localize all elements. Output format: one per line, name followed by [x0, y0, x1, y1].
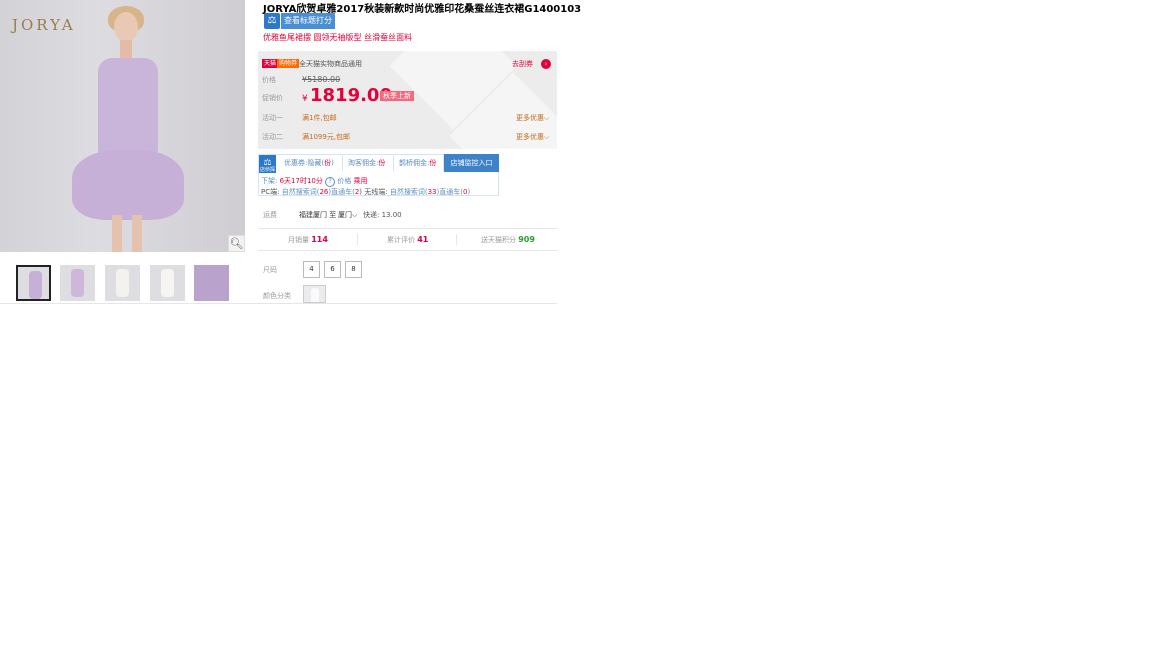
divider [393, 155, 394, 171]
brand-logo: JORYA [12, 16, 76, 34]
activity1-label: 活动一 [262, 114, 283, 122]
commission-value: 份 [378, 159, 386, 167]
activity1-more-link[interactable]: 更多优惠⌵ [516, 113, 549, 123]
affiliate-commission-item[interactable]: 淘客佣金:份 [348, 158, 385, 168]
thumbnail-2[interactable] [60, 265, 95, 301]
bridge-commission-item[interactable]: 鹊桥佣金:份 [399, 158, 436, 168]
reviews-stat[interactable]: 累计评价 41 [387, 235, 428, 245]
points-value: 909 [518, 235, 535, 244]
dress-figure [71, 269, 84, 297]
activity2-value: 满1099元,包邮 [302, 133, 351, 141]
thumbnail-1[interactable] [16, 265, 51, 301]
destination-select[interactable]: 厦门⌵ [338, 210, 357, 220]
bridge-value: 份 [429, 159, 437, 167]
fabric-detail [194, 265, 229, 301]
coupon-note: 全天猫实物商品通用 [299, 60, 362, 68]
monthly-sales-label: 月销量 [288, 236, 309, 244]
chevron-down-icon: ⌵ [352, 211, 358, 219]
shipping-origin: 福建厦门 至 [299, 211, 337, 219]
bridge-label: 鹊桥佣金: [399, 159, 430, 167]
keyword-stats-row: PC端: 自然搜索词(26)直通车(2) 无线端: 自然搜索词(33)直通车(0… [261, 187, 470, 197]
product-subtitle: 优雅鱼尾裙摆 圆领无袖版型 丝滑蚕丝面料 [263, 33, 413, 42]
scratch-coupon-link[interactable]: 去刮券 [512, 59, 533, 69]
delist-time: 6天17时10分 [279, 177, 323, 185]
dress-skirt [72, 150, 184, 220]
promo-badge: 秋季上新 [380, 91, 414, 101]
promo-price-label: 促销价 [262, 94, 283, 102]
divider [0, 303, 557, 304]
pc-train-link[interactable]: )直通车( [328, 188, 354, 196]
reviews-value: 41 [417, 235, 429, 244]
shop-monitor-button[interactable]: 店铺监控入口 [444, 154, 499, 172]
divider [342, 155, 343, 171]
zoom-search-icon[interactable]: 🔍︎ [228, 235, 245, 252]
divider [258, 228, 557, 229]
divider [258, 250, 557, 251]
chevron-down-icon: ⌵ [544, 133, 550, 141]
model-head [114, 12, 138, 42]
coupon-label-end: ) [331, 159, 334, 167]
dress-figure [116, 269, 129, 297]
size-label: 尺码 [263, 266, 277, 274]
wireless-label: ) 无线端: [359, 188, 390, 196]
shopping-coupon-badge: 购物券 [277, 59, 300, 68]
rate-title-button[interactable]: 查看标题打分 [281, 13, 335, 29]
wireless-search-count: 33 [427, 188, 437, 196]
price-link[interactable]: 乘用 [354, 177, 368, 185]
size-option[interactable]: 4 [303, 261, 320, 278]
more-offers-label: 更多优惠 [516, 114, 544, 122]
help-icon[interactable]: ? [325, 177, 336, 187]
points-label: 送天猫积分 [481, 236, 516, 244]
delist-time-row: 下架: 6天17时10分 ? 价格 乘用 [261, 176, 368, 187]
points-stat: 送天猫积分 909 [481, 235, 535, 245]
activity2-more-link[interactable]: 更多优惠⌵ [516, 132, 549, 142]
row-end: ) [467, 188, 471, 196]
tmall-badge: 天猫 [262, 59, 279, 68]
coupon-label: 优惠券:隐藏( [284, 159, 325, 167]
shipping-cost: 快递: 13.00 [363, 211, 402, 219]
monthly-sales-value: 114 [311, 235, 328, 244]
dress-figure [161, 269, 174, 297]
thumbnail-4[interactable] [150, 265, 185, 301]
reviews-label: 累计评价 [387, 236, 415, 244]
size-option[interactable]: 6 [324, 261, 341, 278]
color-label: 颜色分类 [263, 292, 291, 300]
thumbnail-3[interactable] [105, 265, 140, 301]
shipping-label: 运费 [263, 211, 277, 219]
tool-icon-caption: 店侦探 [259, 166, 276, 173]
chevron-right-icon[interactable]: › [541, 59, 551, 69]
chevron-down-icon: ⌵ [544, 114, 550, 122]
price-label: 价格 [335, 177, 354, 185]
detective-logo-icon: ⚖ [264, 13, 280, 29]
model-leg [112, 215, 122, 252]
destination-value: 厦门 [338, 211, 352, 219]
dress-figure [29, 271, 42, 299]
model-leg [132, 215, 142, 252]
pc-label: PC端: [261, 188, 282, 196]
coupon-hidden-item[interactable]: 优惠券:隐藏(份) [284, 158, 334, 168]
wireless-search-link[interactable]: 自然搜索词( [390, 188, 428, 196]
color-swatch[interactable] [303, 285, 326, 303]
dress-figure [311, 288, 319, 302]
wireless-train-link[interactable]: )直通车( [437, 188, 463, 196]
price-label: 价格 [262, 76, 276, 84]
currency-symbol: ¥ [302, 94, 308, 104]
thumbnail-5[interactable] [194, 265, 229, 301]
size-option[interactable]: 8 [345, 261, 362, 278]
main-product-image[interactable]: JORYA [0, 0, 245, 252]
activity1-value: 满1件,包邮 [302, 114, 337, 122]
more-offers-label: 更多优惠 [516, 133, 544, 141]
commission-label: 淘客佣金: [348, 159, 379, 167]
monthly-sales-stat: 月销量 114 [288, 235, 328, 245]
activity2-label: 活动二 [262, 133, 283, 141]
pc-search-link[interactable]: 自然搜索词( [282, 188, 320, 196]
divider [357, 234, 358, 245]
divider [456, 234, 457, 245]
original-price: ¥5180.00 [302, 75, 341, 84]
delist-label: 下架: [261, 177, 280, 185]
